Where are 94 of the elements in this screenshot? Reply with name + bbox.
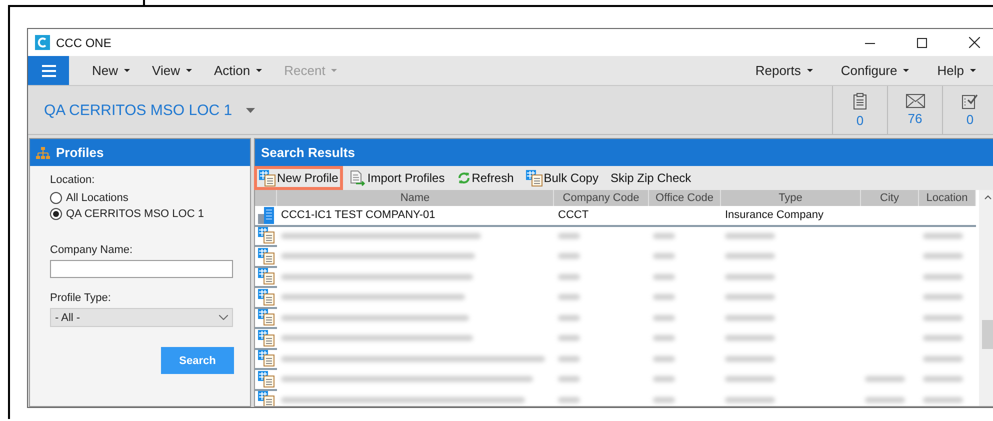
blurred-text — [653, 294, 675, 300]
table-cell: Insurance Company — [721, 206, 861, 226]
blurred-text — [725, 232, 775, 239]
location-radio[interactable]: All Locations — [50, 192, 236, 204]
field-label: Company Name: — [50, 244, 134, 256]
blurred-text — [865, 396, 905, 403]
chevron-down-icon — [219, 315, 228, 320]
table-cell: CCC1-IC1 TEST COMPANY-01 — [277, 206, 554, 226]
toolbar-button[interactable]: Refresh — [452, 166, 519, 190]
blurred-text — [923, 232, 963, 239]
blurred-text — [923, 356, 963, 362]
profile-icon — [526, 170, 543, 186]
blurred-text — [923, 253, 963, 260]
close-icon — [968, 37, 980, 48]
profile-icon — [258, 309, 274, 326]
blurred-text — [653, 253, 675, 260]
profile-icon — [258, 350, 274, 368]
profile-icon — [258, 370, 274, 388]
menu-button[interactable] — [28, 56, 69, 85]
location-radio[interactable]: QA CERRITOS MSO LOC 1 — [50, 208, 236, 220]
window-title: CCC ONE — [56, 36, 112, 50]
blurred-text — [558, 294, 580, 300]
blurred-text — [653, 335, 675, 342]
blurred-text — [558, 274, 580, 280]
hierarchy-icon — [36, 146, 50, 158]
company-name-field[interactable] — [50, 260, 233, 278]
profile-icon — [258, 248, 274, 265]
document-arrow-icon — [350, 170, 366, 186]
column-header — [255, 190, 277, 206]
menu-item[interactable]: Action — [202, 56, 274, 85]
blurred-text — [653, 274, 675, 280]
menu-item[interactable]: Help — [926, 56, 987, 85]
blurred-text — [725, 314, 775, 321]
table-cell: CCCT — [554, 206, 649, 226]
blurred-text — [558, 396, 580, 403]
profile-icon — [258, 288, 274, 306]
clipboard-icon — [853, 92, 867, 110]
blurred-text — [725, 376, 775, 382]
blurred-text — [653, 356, 675, 362]
menu-item[interactable]: Configure — [830, 56, 920, 85]
profile-icon — [258, 227, 274, 244]
blurred-text — [558, 253, 580, 260]
blurred-text — [725, 253, 775, 260]
blurred-text — [558, 376, 580, 382]
blurred-text — [558, 314, 580, 321]
blurred-text — [923, 335, 963, 342]
blurred-text — [923, 396, 963, 403]
blurred-text — [923, 274, 963, 280]
scrollbar-thumb[interactable] — [982, 320, 993, 349]
field-label: Profile Type: — [50, 292, 112, 304]
blurred-text — [653, 376, 675, 382]
toolbar-button[interactable]: Skip Zip Check — [605, 166, 696, 190]
profile-type-select[interactable]: - All - — [50, 308, 233, 327]
maximize-icon — [917, 38, 927, 48]
app-logo-icon — [35, 35, 50, 50]
scrollbar[interactable] — [979, 190, 993, 406]
profile-icon — [258, 330, 274, 347]
blurred-text — [865, 376, 905, 382]
caret-icon — [246, 108, 256, 112]
blurred-text — [725, 335, 775, 342]
blurred-text — [923, 376, 963, 382]
blurred-text — [725, 274, 775, 280]
blurred-text — [558, 232, 580, 239]
profile-icon — [258, 268, 274, 286]
menu-item[interactable]: Reports — [744, 56, 824, 85]
column-header[interactable]: Name — [277, 190, 554, 206]
column-header[interactable]: City — [861, 190, 919, 206]
column-header[interactable]: Type — [721, 190, 861, 206]
blurred-text — [725, 294, 775, 300]
column-header[interactable]: Company Code — [554, 190, 649, 206]
column-header[interactable]: Office Code — [649, 190, 721, 206]
checklist-icon — [962, 94, 978, 108]
profile-icon — [259, 170, 276, 186]
blurred-text — [923, 314, 963, 321]
blurred-text — [558, 335, 580, 342]
field-label: Location: — [50, 174, 96, 186]
toolbar-button[interactable]: Import Profiles — [345, 166, 450, 190]
blurred-text — [558, 356, 580, 362]
menu-item[interactable]: View — [141, 56, 203, 85]
refresh-icon — [456, 171, 471, 185]
menu-item[interactable]: New — [81, 56, 142, 85]
blurred-text — [725, 396, 775, 403]
panel-title: Search Results — [261, 145, 355, 160]
blurred-text — [653, 396, 675, 403]
column-header[interactable]: Location — [919, 190, 976, 206]
toolbar-button[interactable]: Bulk Copy — [520, 166, 604, 190]
blurred-text — [725, 356, 775, 362]
panel-title: Profiles — [56, 145, 104, 160]
menu-icon — [42, 64, 56, 76]
blurred-text — [923, 294, 963, 300]
blurred-text — [653, 314, 675, 321]
envelope-icon — [906, 94, 924, 108]
blurred-text — [653, 232, 675, 239]
building-icon — [258, 206, 274, 224]
